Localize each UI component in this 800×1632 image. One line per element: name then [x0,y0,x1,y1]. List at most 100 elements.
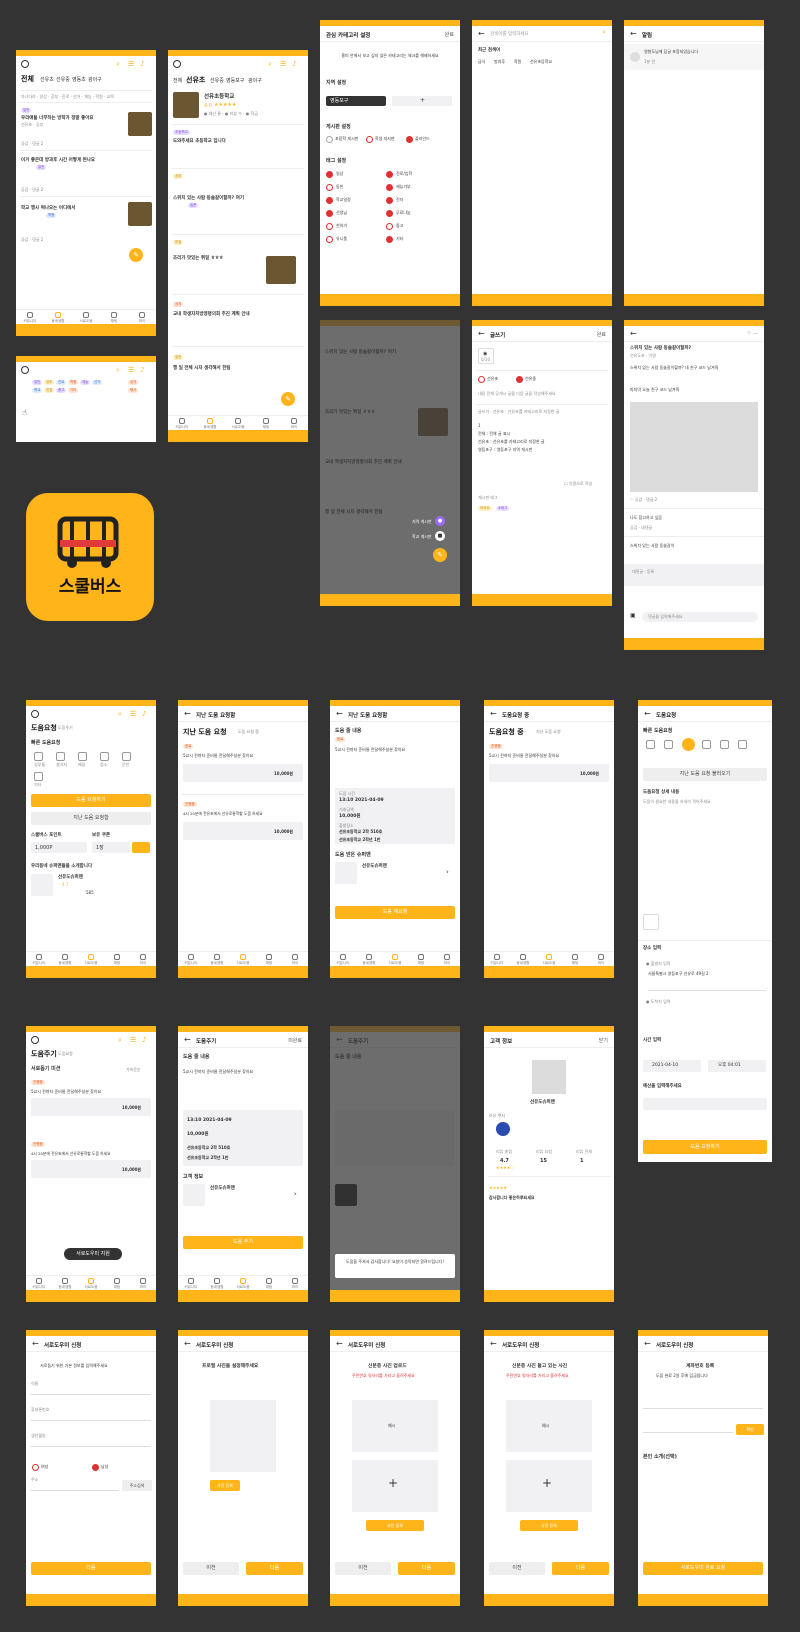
image-icon[interactable]: ▣ [630,612,636,619]
search-icon[interactable]: ⌕ [118,1036,122,1044]
done-button[interactable]: 완료 [445,31,454,38]
recent-keyword[interactable]: 급식 [478,59,485,65]
register-helper-button[interactable]: 서로도우미 지원 [64,1248,122,1260]
request-text[interactable]: 4시 20분에 전유초에서 선유로통학할 도움 하세요 [183,811,263,817]
tab-region-2[interactable]: 광이구 [88,77,102,83]
bank-field[interactable] [643,1408,763,1409]
nav-community[interactable]: 커뮤니티 [178,952,204,966]
back-arrow-icon[interactable]: ← [336,709,343,718]
bell-icon[interactable]: ♪ [142,710,146,718]
school-option[interactable]: 선유중 [525,376,536,382]
re-request-button[interactable]: 도움 재요청 [335,906,455,919]
address-search-button[interactable]: 주소검색 [122,1480,152,1491]
upload-button[interactable]: 사진 등록 [366,1520,424,1531]
menu-school-button[interactable]: ■ [435,531,445,541]
bell-icon[interactable]: ♪ [140,60,144,68]
tab-all[interactable]: 전체 [173,78,182,84]
back-arrow-icon[interactable]: ← [184,1035,191,1044]
back-arrow-icon[interactable]: ← [644,1339,651,1348]
nav-community[interactable]: 커뮤니티 [178,1276,204,1290]
date-value[interactable]: 2021-04-10 [652,1063,678,1068]
nav-chat[interactable]: 채팅 [256,952,282,966]
write-fab-button[interactable]: ✎ [433,548,447,562]
gender-option[interactable]: 남성 [101,1464,108,1470]
confirm-button[interactable]: 확인 [736,1424,764,1435]
school-option[interactable]: 선유초 [487,376,498,382]
photo-add-button[interactable] [643,914,659,930]
search-icon[interactable]: ⌕ [116,366,120,374]
nav-my[interactable]: 마이 [434,952,460,966]
nav-help[interactable]: 서로도움 [224,416,252,430]
past-request-button[interactable]: 지난 도움 요청함 [31,812,151,825]
nav-local[interactable]: 동네생활 [44,310,72,324]
tab-past[interactable]: 지난 도움 요청 [536,729,561,735]
tab-school-1[interactable]: 선유초 [40,77,54,83]
chevron-right-icon[interactable]: › [446,868,449,876]
nav-chat[interactable]: 채팅 [104,952,130,966]
sub-tab[interactable]: 도움주기 [58,725,73,731]
nav-local[interactable]: 동네생활 [52,1276,78,1290]
account-field[interactable] [643,1432,733,1433]
address-value[interactable]: 서울특별시 영등포구 선유로 49길 2 [648,971,709,977]
back-arrow-icon[interactable]: ← [478,29,485,38]
tab-region-1[interactable]: 영동초 [72,77,86,83]
back-arrow-icon[interactable]: ← [184,709,191,718]
back-arrow-icon[interactable]: ← [630,29,637,38]
prev-button[interactable]: 이전 [335,1562,391,1575]
nav-help[interactable]: 서로도움 [72,310,100,324]
nav-chat[interactable]: 채팅 [408,952,434,966]
dim-overlay[interactable] [320,320,460,606]
gender-option[interactable]: 여성 [41,1464,48,1470]
prev-button[interactable]: 이전 [489,1562,545,1575]
name-field[interactable] [31,1394,151,1395]
nav-community[interactable]: 커뮤니티 [168,416,196,430]
tab-all[interactable]: 전체 [21,75,34,83]
nav-community[interactable]: 커뮤니티 [330,952,356,966]
nav-chat[interactable]: 채팅 [100,310,128,324]
tab-ongoing[interactable]: 도움 요청 중 [238,729,259,735]
nav-community[interactable]: 커뮤니티 [26,1276,52,1290]
tab-region-1[interactable]: 영등포구 [226,78,244,84]
nav-chat[interactable]: 채팅 [256,1276,282,1290]
post-title[interactable]: 교내 학생자치방영평의회 추진 계획 안내 [173,312,250,317]
request-text[interactable]: 5교시 전까지 준비물 전달해주실분 찾아요 [183,753,253,759]
back-arrow-icon[interactable]: ← [490,709,497,718]
nav-local[interactable]: 동네생활 [510,952,536,966]
nav-my[interactable]: 마이 [130,1276,156,1290]
filter-icon[interactable]: ☰ [128,60,134,68]
filter-icon[interactable]: ☰ [280,60,286,68]
post-title[interactable]: 우리애들 너무하는 방학가 정말 좋아요 [21,116,94,121]
write-fab-button[interactable]: ✎ [281,392,295,406]
tab-region-2[interactable]: 광이구 [248,78,262,84]
birth-field[interactable] [31,1446,151,1447]
back-arrow-icon[interactable]: ← [644,709,651,718]
post-title[interactable]: 조리가 맛있는 튀일 ㅎㅎㅎ [173,256,223,261]
alarm-item[interactable] [624,44,764,70]
tab-school-2[interactable]: 선유중 [210,78,224,84]
content-placeholder[interactable]: 내용 전체 공개시 글을 다음 글을 작성해주세요 [478,391,556,397]
search-input[interactable]: 검색어를 입력하세요 [490,31,529,37]
recent-keyword[interactable]: 방과후 [494,59,505,65]
phone-field[interactable] [31,1420,151,1421]
nav-help[interactable]: 서로도움 [78,952,104,966]
done-button[interactable]: 완료 [597,331,606,338]
nav-help[interactable]: 서로도움 [382,952,408,966]
nav-local[interactable]: 동네생활 [204,952,230,966]
bell-icon[interactable]: ♪ [292,60,296,68]
nav-my[interactable]: 마이 [128,310,156,324]
filter-icon[interactable]: ☰ [130,1036,136,1044]
post-title[interactable]: 학교 행사 떡나오는 어디에서 [21,206,75,211]
more-icon[interactable]: ♡ ⋯ [747,331,758,337]
selected-category[interactable] [682,738,695,751]
nav-community[interactable]: 커뮤니티 [26,952,52,966]
upload-button[interactable]: 사진 등록 [520,1520,578,1531]
nav-local[interactable]: 동네생활 [204,1276,230,1290]
nav-help[interactable]: 서로도움 [536,952,562,966]
time-value[interactable]: 오후 04:01 [718,1063,741,1068]
bell-icon[interactable]: ♪ [140,366,144,374]
chevron-right-icon[interactable]: › [294,1190,297,1198]
nav-chat[interactable]: 채팅 [562,952,588,966]
next-button[interactable]: 다음 [246,1562,303,1575]
prev-button[interactable]: 이전 [183,1562,239,1575]
sort-filter[interactable]: 가까운순 [126,1067,141,1073]
